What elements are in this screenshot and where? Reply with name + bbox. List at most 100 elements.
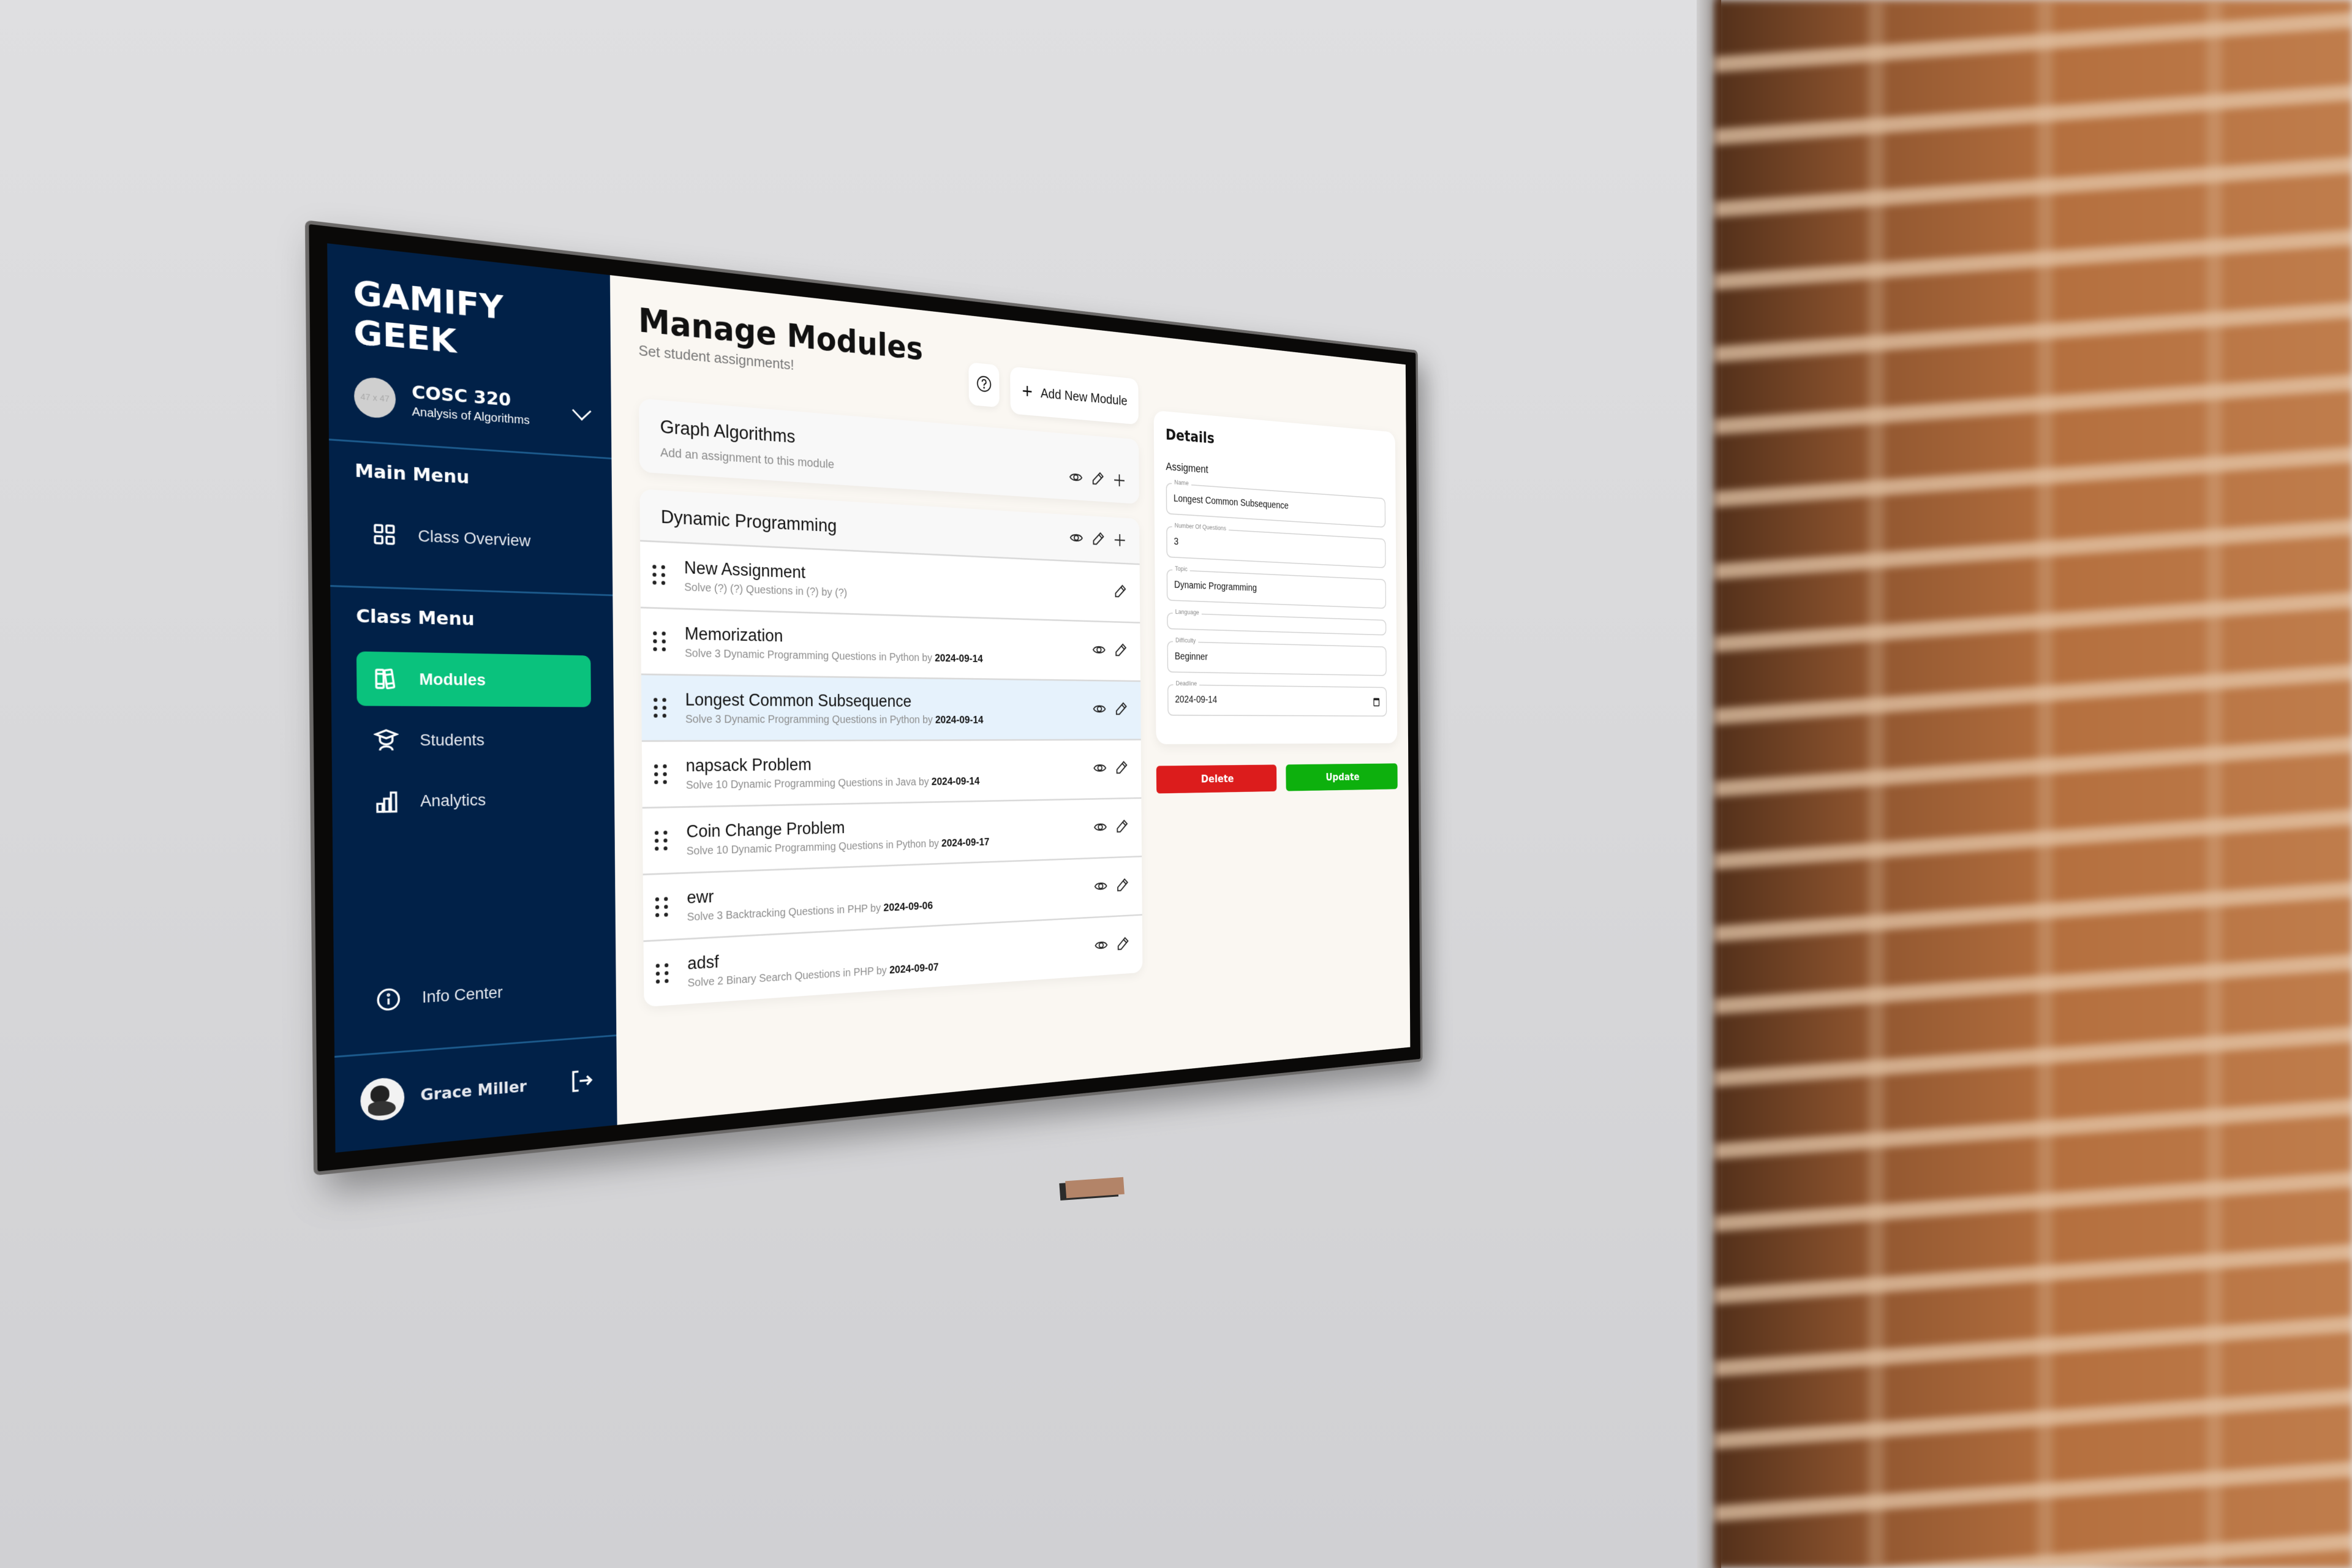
bar-chart-icon (374, 790, 399, 814)
name-value: Longest Common Subsequence (1173, 492, 1289, 511)
assignment-due-date: 2024-09-14 (931, 775, 980, 788)
main-content: Manage Modules Set student assignments! … (610, 275, 1411, 1125)
assignment-due-date: 2024-09-17 (941, 836, 990, 850)
add-new-module-button[interactable]: + Add New Module (1009, 366, 1139, 425)
sidebar-item-label: Students (420, 731, 485, 749)
assignment-desc-text: Solve 3 Dynamic Programming Questions in… (685, 647, 932, 664)
eye-icon[interactable] (1092, 641, 1106, 660)
language-field[interactable]: Language (1167, 608, 1387, 636)
assignment-due-date: 2024-09-06 (883, 900, 933, 914)
eye-icon[interactable] (1093, 819, 1107, 838)
add-new-module-label: Add New Module (1040, 385, 1128, 409)
tv: GAMIFY GEEK 47 x 47 COSC 320 Analysis of… (304, 220, 1614, 1311)
pencil-icon[interactable] (1116, 935, 1130, 954)
assignment-description: Solve 3 Dynamic Programming Questions in… (685, 713, 1093, 726)
sidebar-item-label: Analytics (420, 791, 486, 810)
field-label: Difficulty (1172, 636, 1199, 644)
main-menu-heading: Main Menu (355, 460, 470, 489)
topic-value: Dynamic Programming (1174, 579, 1257, 594)
assignment-description: Solve 10 Dynamic Programming Questions i… (686, 774, 1093, 792)
pencil-icon[interactable] (1114, 701, 1128, 719)
app-logo: GAMIFY GEEK (353, 273, 504, 361)
drag-handle-icon[interactable] (655, 963, 673, 984)
module-card-dynamic-programming: Dynamic Programming New Assignment Solve … (639, 489, 1143, 1008)
field-label: Topic (1172, 564, 1190, 573)
sidebar-item-class-overview[interactable]: Class Overview (355, 506, 590, 570)
pencil-icon[interactable] (1091, 530, 1105, 549)
difficulty-value: Beginner (1174, 650, 1208, 663)
sidebar-item-info-center[interactable]: Info Center (360, 961, 594, 1029)
user-name: Grace Miller (420, 1077, 527, 1105)
pencil-icon[interactable] (1115, 877, 1129, 896)
assignment-desc-text: Solve 3 Dynamic Programming Questions in… (685, 713, 933, 726)
assignment-row[interactable]: napsack Problem Solve 10 Dynamic Programm… (641, 739, 1142, 807)
name-field[interactable]: Name Longest Common Subsequence (1166, 478, 1386, 528)
avatar[interactable] (360, 1076, 405, 1123)
assignment-desc-text: Solve 10 Dynamic Programming Questions i… (685, 776, 929, 792)
eye-icon[interactable] (1094, 878, 1108, 897)
deadline-value: 2024-09-14 (1175, 694, 1218, 706)
assignment-due-date: 2024-09-14 (935, 652, 983, 665)
drag-handle-icon[interactable] (655, 897, 672, 918)
assignment-title: Longest Common Subsequence (685, 690, 912, 710)
pencil-icon[interactable] (1091, 470, 1105, 490)
grid-icon (372, 522, 397, 547)
logout-icon[interactable] (569, 1067, 594, 1097)
help-button[interactable] (968, 362, 1000, 408)
class-menu-heading: Class Menu (356, 606, 475, 630)
help-icon (976, 374, 992, 396)
sidebar-item-analytics[interactable]: Analytics (358, 772, 592, 829)
eye-icon[interactable] (1094, 937, 1108, 957)
details-panel: Details Assigment Name Longest Common Su… (1153, 356, 1400, 1072)
eye-icon[interactable] (1069, 529, 1084, 549)
deadline-field[interactable]: Deadline 2024-09-14 (1167, 679, 1387, 717)
delete-button[interactable]: Delete (1156, 764, 1277, 794)
books-icon (373, 667, 398, 692)
number-of-questions-value: 3 (1174, 536, 1179, 548)
eye-icon[interactable] (1093, 701, 1107, 719)
drag-handle-icon[interactable] (652, 565, 669, 586)
tv-frame: GAMIFY GEEK 47 x 47 COSC 320 Analysis of… (304, 220, 1423, 1176)
update-button[interactable]: Update (1286, 763, 1398, 791)
sidebar-item-label: Class Overview (418, 526, 531, 550)
drag-handle-icon[interactable] (654, 831, 671, 851)
sidebar: GAMIFY GEEK 47 x 47 COSC 320 Analysis of… (327, 243, 617, 1153)
eye-icon[interactable] (1069, 469, 1083, 488)
plus-icon[interactable] (1112, 472, 1126, 491)
field-label: Number Of Questions (1172, 521, 1229, 532)
topic-field[interactable]: Topic Dynamic Programming (1166, 564, 1387, 609)
number-of-questions-field[interactable]: Number Of Questions 3 (1166, 521, 1386, 568)
difficulty-field[interactable]: Difficulty Beginner (1167, 636, 1387, 676)
assignment-desc-text: Solve (?) (?) Questions in (?) by (?) (684, 581, 848, 600)
graduate-icon (374, 728, 399, 752)
drag-handle-icon[interactable] (654, 698, 670, 718)
drag-handle-icon[interactable] (653, 631, 669, 652)
module-subtitle: Add an assignment to this module (660, 445, 834, 471)
app-screen: GAMIFY GEEK 47 x 47 COSC 320 Analysis of… (327, 243, 1411, 1153)
pencil-icon[interactable] (1114, 642, 1128, 661)
assignment-due-date: 2024-09-07 (889, 961, 939, 976)
plus-icon: + (1022, 379, 1033, 404)
pencil-icon[interactable] (1115, 760, 1129, 778)
brick-joints (1715, 0, 2352, 1568)
pencil-icon[interactable] (1115, 818, 1129, 837)
field-label: Deadline (1173, 679, 1200, 687)
course-avatar: 47 x 47 (353, 375, 396, 420)
field-label: Language (1172, 608, 1202, 616)
assignment-title: napsack Problem (685, 755, 812, 775)
details-title: Details (1165, 426, 1215, 448)
assignment-row[interactable]: Longest Common Subsequence Solve 3 Dynami… (641, 673, 1141, 741)
pencil-icon[interactable] (1114, 583, 1128, 602)
sidebar-item-modules[interactable]: Modules (356, 651, 591, 707)
plus-icon[interactable] (1113, 532, 1127, 551)
field-label: Name (1172, 478, 1191, 487)
assignment-list: New Assignment Solve (?) (?) Questions in… (640, 540, 1143, 1008)
sidebar-item-label: Info Center (421, 983, 503, 1006)
drag-handle-icon[interactable] (654, 764, 671, 785)
module-title: Graph Algorithms (660, 415, 796, 447)
calendar-icon[interactable] (1373, 698, 1380, 707)
eye-icon[interactable] (1093, 760, 1107, 779)
sidebar-item-label: Modules (419, 670, 486, 689)
sidebar-item-students[interactable]: Students (357, 713, 592, 767)
info-icon (376, 987, 401, 1012)
